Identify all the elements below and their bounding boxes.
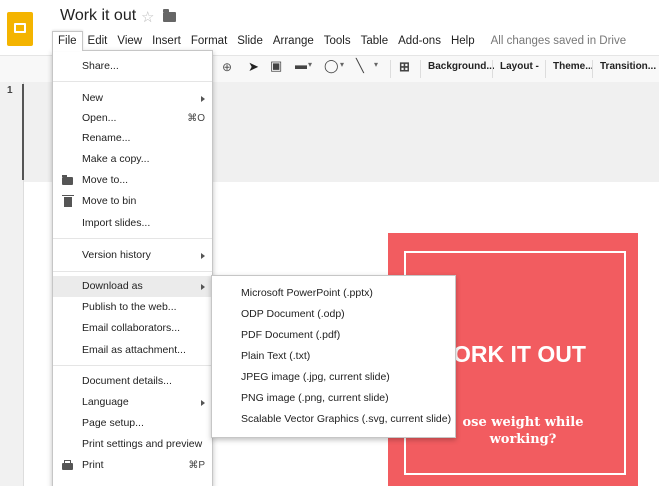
menu-item-open[interactable]: Open... ⌘O bbox=[53, 108, 212, 129]
menu-tools[interactable]: Tools bbox=[319, 31, 356, 51]
star-icon[interactable]: ☆ bbox=[141, 8, 154, 26]
menu-item-share[interactable]: Share... bbox=[53, 56, 212, 77]
image-dropdown-icon[interactable]: ▾ bbox=[308, 60, 312, 69]
menu-item-document-details[interactable]: Document details... bbox=[53, 371, 212, 392]
shape-dropdown-icon[interactable]: ▾ bbox=[340, 60, 344, 69]
select-pointer-icon[interactable]: ➤ bbox=[248, 59, 259, 75]
line-icon[interactable]: ╲ bbox=[356, 58, 364, 74]
menu-item-version-history[interactable]: Version history bbox=[53, 245, 212, 266]
file-menu: Share... New Open... ⌘O Rename... Make a … bbox=[52, 50, 213, 486]
submenu-arrow-icon bbox=[201, 400, 205, 406]
menu-item-email-attachment[interactable]: Email as attachment... bbox=[53, 340, 212, 361]
add-comment-icon[interactable]: ⊞ bbox=[399, 59, 410, 75]
theme-button[interactable]: Theme... bbox=[553, 61, 594, 72]
menubar: File Edit View Insert Format Slide Arran… bbox=[52, 31, 631, 51]
download-svg[interactable]: Scalable Vector Graphics (.svg, current … bbox=[212, 409, 455, 429]
menu-item-make-copy[interactable]: Make a copy... bbox=[53, 149, 212, 170]
download-pdf[interactable]: PDF Document (.pdf) bbox=[212, 325, 455, 345]
download-as-submenu: Microsoft PowerPoint (.pptx) ODP Documen… bbox=[211, 275, 456, 438]
menu-addons[interactable]: Add-ons bbox=[393, 31, 446, 51]
menu-view[interactable]: View bbox=[112, 31, 147, 51]
printer-icon bbox=[62, 460, 73, 470]
menu-item-print-settings[interactable]: Print settings and preview bbox=[53, 434, 212, 455]
menu-item-print[interactable]: Print ⌘P bbox=[53, 455, 212, 476]
menu-item-move-to[interactable]: Move to... bbox=[53, 170, 212, 191]
download-jpg[interactable]: JPEG image (.jpg, current slide) bbox=[212, 367, 455, 387]
submenu-arrow-icon bbox=[201, 96, 205, 102]
slide-title[interactable]: ORK IT OUT bbox=[453, 341, 586, 368]
menu-format[interactable]: Format bbox=[186, 31, 232, 51]
menu-edit[interactable]: Edit bbox=[83, 31, 113, 51]
trash-icon bbox=[62, 195, 74, 207]
transition-button[interactable]: Transition... bbox=[600, 61, 656, 72]
submenu-arrow-icon bbox=[201, 284, 205, 290]
folder-icon[interactable] bbox=[163, 9, 176, 22]
line-dropdown-icon[interactable]: ▾ bbox=[374, 60, 378, 69]
folder-icon bbox=[62, 175, 73, 185]
menu-item-page-setup[interactable]: Page setup... bbox=[53, 413, 212, 434]
menu-insert[interactable]: Insert bbox=[147, 31, 186, 51]
menu-slide[interactable]: Slide bbox=[232, 31, 268, 51]
layout-button[interactable]: Layout - bbox=[500, 61, 539, 72]
download-txt[interactable]: Plain Text (.txt) bbox=[212, 346, 455, 366]
app-window: Work it out ☆ File Edit View Insert Form… bbox=[0, 0, 659, 486]
filmstrip bbox=[0, 82, 24, 486]
zoom-icon[interactable]: ⊕ bbox=[222, 60, 232, 74]
menu-item-download-as[interactable]: Download as bbox=[53, 276, 212, 297]
menu-item-rename[interactable]: Rename... bbox=[53, 128, 212, 149]
slide-number: 1 bbox=[7, 85, 13, 96]
download-odp[interactable]: ODP Document (.odp) bbox=[212, 304, 455, 324]
menu-item-move-to-bin[interactable]: Move to bin bbox=[53, 191, 212, 212]
menu-file[interactable]: File bbox=[52, 31, 83, 51]
slide-subtitle[interactable]: ose weight while working? bbox=[448, 414, 598, 448]
menu-table[interactable]: Table bbox=[356, 31, 394, 51]
menu-item-new[interactable]: New bbox=[53, 88, 212, 109]
download-pptx[interactable]: Microsoft PowerPoint (.pptx) bbox=[212, 283, 455, 303]
download-png[interactable]: PNG image (.png, current slide) bbox=[212, 388, 455, 408]
menu-item-publish[interactable]: Publish to the web... bbox=[53, 297, 212, 318]
shape-icon[interactable]: ◯ bbox=[324, 58, 339, 74]
slides-logo-icon[interactable] bbox=[7, 12, 33, 46]
document-title[interactable]: Work it out bbox=[60, 7, 136, 25]
menu-item-import-slides[interactable]: Import slides... bbox=[53, 213, 212, 234]
menu-item-email-collaborators[interactable]: Email collaborators... bbox=[53, 318, 212, 339]
menu-help[interactable]: Help bbox=[446, 31, 480, 51]
menu-item-language[interactable]: Language bbox=[53, 392, 212, 413]
text-box-icon[interactable]: ▣ bbox=[270, 58, 282, 74]
image-icon[interactable]: ▬ bbox=[295, 58, 307, 72]
background-button[interactable]: Background... bbox=[428, 61, 495, 72]
save-status: All changes saved in Drive bbox=[490, 35, 627, 47]
menu-arrange[interactable]: Arrange bbox=[268, 31, 319, 51]
submenu-arrow-icon bbox=[201, 253, 205, 259]
